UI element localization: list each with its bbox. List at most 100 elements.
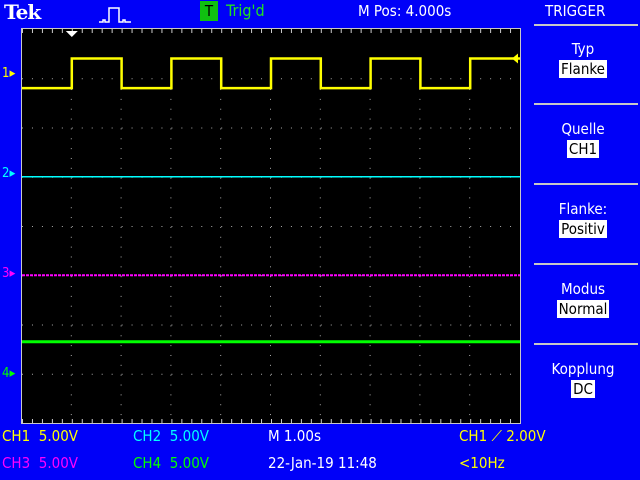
ch2-marker: 2▸ [2, 166, 16, 181]
grid-dot [469, 354, 471, 356]
grid-dot [191, 373, 193, 375]
grid-dot [220, 128, 222, 130]
grid-dot [319, 266, 321, 268]
grid-dot [340, 226, 342, 227]
grid-dot [220, 167, 222, 169]
grid-dot [120, 394, 122, 396]
grid-dot [419, 246, 421, 248]
grid-dot [270, 217, 271, 219]
grid-dot [490, 373, 492, 375]
grid-dot [220, 118, 222, 120]
grid-dot [70, 138, 72, 140]
tick [81, 419, 83, 423]
grid-dot [120, 354, 122, 356]
grid-dot [460, 324, 462, 326]
grid-dot [369, 187, 371, 189]
grid-dot [280, 127, 282, 129]
grid-dot [460, 78, 462, 80]
grid-dot [400, 373, 402, 375]
menu-item-quelle[interactable]: Quelle CH1 [533, 120, 633, 158]
grid-dot [220, 256, 222, 258]
menu-value[interactable]: Normal [556, 300, 610, 318]
menu-item-kopplung[interactable]: Kopplung DC [533, 360, 633, 398]
grid-dot [120, 276, 122, 278]
grid-dot [510, 373, 512, 375]
tick [261, 29, 263, 33]
grid-dot [470, 127, 472, 129]
grid-dot [440, 127, 442, 129]
grid-dot [410, 127, 412, 129]
menu-value[interactable]: Positiv [559, 220, 607, 238]
grid-dot [369, 256, 371, 258]
tick [290, 419, 292, 423]
grid-dot [131, 373, 133, 375]
tick [300, 29, 302, 33]
grid-dot [251, 127, 253, 129]
menu-value[interactable]: CH1 [566, 140, 600, 158]
grid-dot [70, 236, 72, 238]
tick [151, 29, 153, 33]
grid-dot [220, 276, 222, 278]
grid-dot [419, 404, 421, 406]
menu-item-modus[interactable]: Modus Normal [533, 280, 633, 318]
grid-dot [270, 157, 271, 159]
tick [221, 29, 223, 33]
rising-edge-icon: ⟋ [491, 427, 502, 445]
grid-dot [201, 373, 203, 375]
grid-dot [61, 127, 63, 129]
menu-value[interactable]: DC [571, 380, 595, 398]
grid-dot [330, 324, 332, 326]
grid-dot [220, 266, 222, 268]
menu-value[interactable]: Flanke [559, 60, 607, 78]
grid-dot [220, 364, 222, 366]
menu-label: Kopplung [551, 360, 615, 378]
tick [221, 419, 223, 423]
grid-dot [419, 295, 421, 297]
grid-dot [71, 127, 73, 129]
grid-dot [81, 78, 83, 80]
grid-dot [369, 98, 371, 100]
grid-dot [419, 305, 421, 307]
menu-item-flanke[interactable]: Flanke: Positiv [533, 200, 633, 238]
grid-dot [500, 78, 502, 80]
grid-dot [191, 78, 193, 80]
grid-dot [330, 373, 332, 375]
grid-dot [390, 78, 392, 80]
grid-dot [300, 275, 302, 277]
grid-dot [170, 364, 172, 366]
grid-dot [220, 404, 222, 406]
grid-dot [201, 127, 203, 129]
grid-dot [510, 78, 512, 80]
grid-dot [500, 324, 502, 326]
grid-dot [340, 127, 342, 129]
grid-dot [31, 78, 33, 80]
tick [51, 419, 53, 423]
grid-dot [490, 78, 492, 80]
grid-dot [430, 226, 432, 227]
grid-dot [440, 373, 442, 375]
grid-dot [369, 374, 371, 376]
grid-dot [120, 108, 122, 110]
tick [330, 29, 332, 33]
tick [171, 29, 173, 33]
grid-dot [220, 157, 222, 159]
grid-dot [469, 305, 471, 307]
grid-dot [290, 226, 292, 227]
grid-dot [120, 167, 122, 169]
grid-dot [319, 374, 321, 376]
grid-dot [220, 148, 222, 150]
grid-dot [419, 207, 421, 209]
grid-dot [319, 148, 321, 150]
menu-item-typ[interactable]: Typ Flanke [533, 40, 633, 78]
grid-dot [170, 98, 172, 100]
grid-dot [170, 197, 172, 199]
grid-dot [271, 324, 272, 326]
grid-dot [220, 374, 222, 376]
grid-dot [400, 127, 402, 129]
tick [480, 419, 482, 423]
grid-dot [120, 374, 122, 376]
grid-dot [220, 414, 222, 416]
grid-dot [120, 325, 122, 327]
tick [91, 419, 93, 423]
grid-dot [170, 335, 172, 337]
